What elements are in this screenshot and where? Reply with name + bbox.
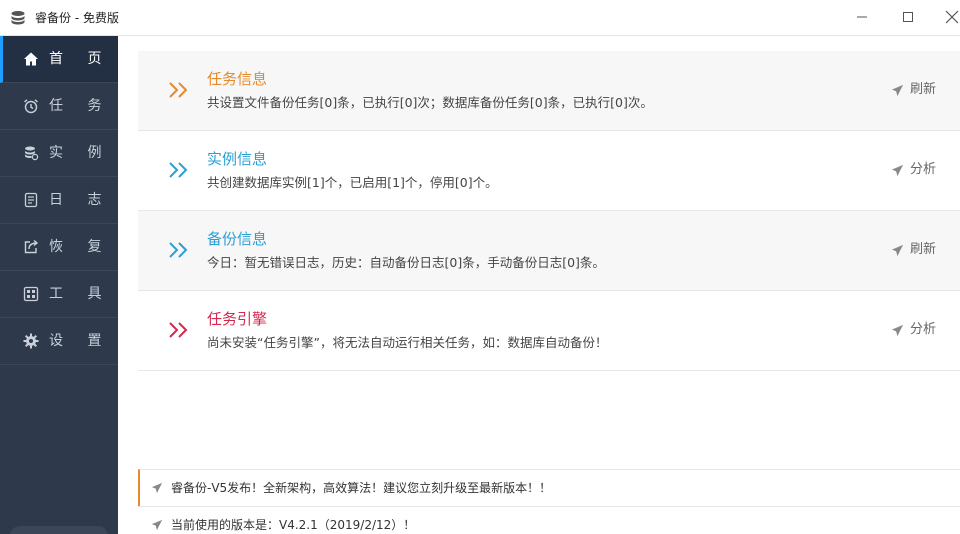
paper-plane-icon: [891, 84, 904, 96]
card-title: 实例信息: [207, 150, 268, 168]
paper-plane-icon: [891, 324, 904, 336]
home-icon: [22, 50, 40, 68]
double-chevron-right-icon: [169, 82, 188, 98]
window-title: 睿备份 - 免费版: [35, 11, 119, 25]
card-description: 共设置文件备份任务[0]条，已执行[0]次；数据库备份任务[0]条，已执行[0]…: [207, 95, 653, 110]
version-notice: 当前使用的版本是：V4.2.1（2019/2/12）！: [138, 506, 960, 534]
card-title: 任务信息: [207, 70, 268, 88]
action-label: 分析: [909, 162, 936, 177]
alarm-clock-icon: [22, 97, 40, 115]
close-button[interactable]: [938, 4, 960, 30]
minimize-icon: [857, 16, 867, 18]
analyze-button[interactable]: 分析: [891, 161, 936, 179]
sidebar-item-label: 任 务: [49, 98, 112, 114]
tools-grid-icon: [22, 285, 40, 303]
card-description: 今日：暂无错误日志，历史：自动备份日志[0]条，手动备份日志[0]条。: [207, 255, 605, 270]
paper-plane-icon: [151, 482, 163, 494]
action-label: 刷新: [909, 242, 936, 257]
refresh-button[interactable]: 刷新: [891, 241, 936, 259]
instance-info-card: 实例信息 共创建数据库实例[1]个，已启用[1]个，停用[0]个。 分析: [138, 131, 960, 211]
refresh-button[interactable]: 刷新: [891, 81, 936, 99]
title-bar: 睿备份 - 免费版: [0, 0, 960, 36]
card-description: 共创建数据库实例[1]个，已启用[1]个，停用[0]个。: [207, 175, 498, 190]
action-label: 刷新: [909, 82, 936, 97]
analyze-button[interactable]: 分析: [891, 321, 936, 339]
task-engine-card: 任务引擎 尚未安装“任务引擎”，将无法自动运行相关任务，如：数据库自动备份！ 分…: [138, 291, 960, 371]
paper-plane-icon: [891, 244, 904, 256]
minimize-button[interactable]: [848, 4, 876, 30]
sidebar-item-tasks[interactable]: 任 务: [0, 83, 118, 130]
sidebar-item-label: 日 志: [49, 192, 112, 208]
sidebar-item-label: 工 具: [49, 286, 112, 302]
notice-text: 当前使用的版本是：V4.2.1（2019/2/12）！: [171, 518, 416, 532]
maximize-icon: [903, 12, 913, 22]
notice-text: 睿备份-V5发布！全新架构，高效算法！建议您立刻升级至最新版本！！: [171, 481, 552, 495]
log-document-icon: [22, 191, 40, 209]
card-description: 尚未安装“任务引擎”，将无法自动运行相关任务，如：数据库自动备份！: [207, 335, 608, 350]
card-title: 任务引擎: [207, 310, 268, 328]
sidebar-item-label: 恢 复: [49, 239, 112, 255]
double-chevron-right-icon: [169, 242, 188, 258]
release-notice[interactable]: 睿备份-V5发布！全新架构，高效算法！建议您立刻升级至最新版本！！: [138, 469, 960, 506]
main-content: 任务信息 共设置文件备份任务[0]条，已执行[0]次；数据库备份任务[0]条，已…: [118, 36, 960, 534]
sidebar-item-logs[interactable]: 日 志: [0, 177, 118, 224]
sidebar-item-settings[interactable]: 设 置: [0, 318, 118, 365]
paper-plane-icon: [891, 164, 904, 176]
action-label: 分析: [909, 322, 936, 337]
double-chevron-right-icon: [169, 322, 188, 338]
sidebar-item-instances[interactable]: 实 例: [0, 130, 118, 177]
close-icon: [945, 10, 959, 24]
gear-icon: [22, 332, 40, 350]
restore-share-icon: [22, 238, 40, 256]
sidebar: 首 页 任 务 实 例 日 志 恢 复 工 具 设 置: [0, 36, 118, 534]
sidebar-item-label: 设 置: [49, 333, 112, 349]
card-title: 备份信息: [207, 230, 268, 248]
database-app-icon: [10, 10, 26, 26]
paper-plane-icon: [151, 519, 163, 531]
database-icon: [22, 144, 40, 162]
sidebar-item-label: 实 例: [49, 145, 112, 161]
backup-info-card: 备份信息 今日：暂无错误日志，历史：自动备份日志[0]条，手动备份日志[0]条。…: [138, 211, 960, 291]
sidebar-item-label: 首 页: [49, 51, 112, 67]
maximize-button[interactable]: [894, 4, 922, 30]
sidebar-item-restore[interactable]: 恢 复: [0, 224, 118, 271]
sidebar-item-tools[interactable]: 工 具: [0, 271, 118, 318]
sidebar-item-home[interactable]: 首 页: [0, 36, 118, 83]
sidebar-footer-pill[interactable]: [10, 526, 108, 534]
task-info-card: 任务信息 共设置文件备份任务[0]条，已执行[0]次；数据库备份任务[0]条，已…: [138, 51, 960, 131]
double-chevron-right-icon: [169, 162, 188, 178]
